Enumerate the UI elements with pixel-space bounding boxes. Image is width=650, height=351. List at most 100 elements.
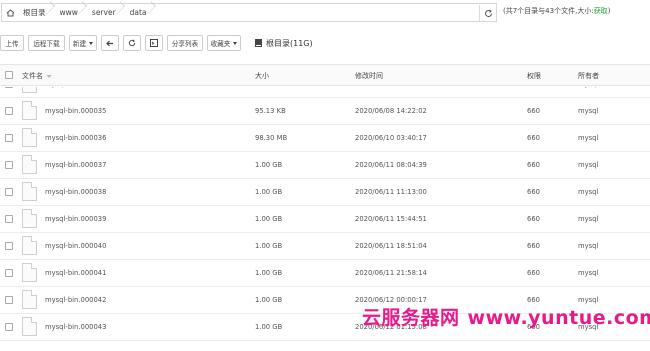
- file-permission[interactable]: 660: [527, 188, 540, 196]
- file-name[interactable]: mysql-bin.000040: [45, 242, 106, 250]
- refresh-icon[interactable]: [479, 5, 497, 21]
- table-row[interactable]: mysql-bin.000037 1.00 GB 2020/06/11 08:04:…: [0, 152, 650, 179]
- file-name[interactable]: mysql-bin.000038: [45, 188, 106, 196]
- summary-close: ): [607, 7, 611, 15]
- file-size: 1.00 GB: [255, 269, 283, 277]
- file-table: 文件名 大小 修改时间 权限 所有者 mysql-bin.000034 9.34 …: [0, 64, 650, 341]
- file-size: 1.00 GB: [255, 215, 283, 223]
- column-name-label: 文件名: [22, 72, 43, 80]
- new-button[interactable]: 新建: [69, 35, 97, 51]
- file-permission[interactable]: 660: [527, 269, 540, 277]
- watermark-url: www.yuntue.com: [467, 307, 650, 329]
- file-modified: 2020/06/11 15:44:51: [355, 215, 427, 223]
- column-size[interactable]: 大小: [255, 71, 269, 81]
- file-permission[interactable]: 660: [527, 134, 540, 142]
- file-modified: 2020/06/08 14:20:03: [355, 87, 427, 88]
- table-row[interactable]: mysql-bin.000034 9.34 KB 2020/06/08 14:20:…: [0, 87, 650, 98]
- row-checkbox[interactable]: [5, 323, 13, 331]
- watermark: 云服务器网 www.yuntue.com: [362, 303, 650, 330]
- file-icon: [22, 182, 37, 201]
- row-checkbox[interactable]: [5, 188, 13, 196]
- row-checkbox[interactable]: [5, 242, 13, 250]
- select-all-checkbox[interactable]: [5, 71, 13, 79]
- table-row[interactable]: mysql-bin.000039 1.00 GB 2020/06/11 15:44:…: [0, 206, 650, 233]
- table-row[interactable]: mysql-bin.000040 1.00 GB 2020/06/11 18:51:…: [0, 233, 650, 260]
- file-icon: [22, 290, 37, 309]
- refresh-icon: [128, 39, 136, 47]
- favorites-button[interactable]: 收藏夹: [207, 35, 241, 51]
- file-owner[interactable]: mysql: [578, 215, 598, 223]
- file-icon: [22, 128, 37, 147]
- disk-icon: [255, 39, 262, 47]
- file-owner[interactable]: mysql: [578, 188, 598, 196]
- file-owner[interactable]: mysql: [578, 269, 598, 277]
- table-row[interactable]: mysql-bin.000038 1.00 GB 2020/06/11 11:13:…: [0, 179, 650, 206]
- row-checkbox[interactable]: [5, 161, 13, 169]
- terminal-button[interactable]: [145, 35, 163, 51]
- file-modified: 2020/06/08 14:22:02: [355, 107, 427, 115]
- file-icon: [22, 236, 37, 255]
- file-icon: [22, 317, 37, 336]
- share-list-button[interactable]: 分享列表: [167, 35, 203, 51]
- breadcrumb-server[interactable]: server: [87, 4, 125, 21]
- row-checkbox[interactable]: [5, 269, 13, 277]
- remote-download-button[interactable]: 远程下载: [28, 35, 65, 51]
- table-row[interactable]: mysql-bin.000035 95.13 KB 2020/06/08 14:22…: [0, 98, 650, 125]
- column-owner[interactable]: 所有者: [578, 71, 599, 81]
- path-bar: 根目录 www server data (共7个目录与43个文件,大小:获取): [0, 3, 650, 23]
- file-name[interactable]: mysql-bin.000043: [45, 323, 106, 331]
- sort-icon: [46, 74, 52, 78]
- file-size: 98.30 MB: [255, 134, 288, 142]
- column-permission[interactable]: 权限: [527, 71, 541, 81]
- terminal-icon: [150, 39, 158, 47]
- refresh-list-button[interactable]: [123, 35, 141, 51]
- file-icon: [22, 101, 37, 120]
- upload-button[interactable]: 上传: [0, 35, 24, 51]
- get-size-link[interactable]: 获取: [594, 7, 608, 15]
- file-icon: [22, 155, 37, 174]
- table-row[interactable]: mysql-bin.000036 98.30 MB 2020/06/10 03:40…: [0, 125, 650, 152]
- column-modified[interactable]: 修改时间: [355, 71, 383, 81]
- file-name[interactable]: mysql-bin.000039: [45, 215, 106, 223]
- row-checkbox[interactable]: [5, 107, 13, 115]
- column-name[interactable]: 文件名: [22, 71, 52, 81]
- back-button[interactable]: [101, 35, 119, 51]
- file-name[interactable]: mysql-bin.000041: [45, 269, 106, 277]
- file-modified: 2020/06/11 18:51:04: [355, 242, 427, 250]
- file-owner[interactable]: mysql: [578, 161, 598, 169]
- file-owner[interactable]: mysql: [578, 242, 598, 250]
- breadcrumb-root[interactable]: 根目录: [18, 4, 55, 21]
- file-name[interactable]: mysql-bin.000034: [45, 87, 106, 88]
- breadcrumb-www[interactable]: www: [55, 4, 87, 21]
- file-size: 1.00 GB: [255, 242, 283, 250]
- file-permission[interactable]: 660: [527, 215, 540, 223]
- file-modified: 2020/06/10 03:40:17: [355, 134, 427, 142]
- file-permission[interactable]: 660: [527, 107, 540, 115]
- file-owner[interactable]: mysql: [578, 134, 598, 142]
- table-row[interactable]: mysql-bin.000041 1.00 GB 2020/06/11 21:58:…: [0, 260, 650, 287]
- row-checkbox[interactable]: [5, 134, 13, 142]
- disk-label: 根目录(11G): [266, 38, 313, 48]
- toolbar: 上传 远程下载 新建 分享列表 收藏夹 根目录(11G): [0, 34, 313, 52]
- row-checkbox[interactable]: [5, 215, 13, 223]
- file-name[interactable]: mysql-bin.000037: [45, 161, 106, 169]
- disk-selector[interactable]: 根目录(11G): [255, 38, 313, 49]
- file-owner[interactable]: mysql: [578, 87, 598, 88]
- row-checkbox[interactable]: [5, 87, 13, 88]
- file-name[interactable]: mysql-bin.000035: [45, 107, 106, 115]
- home-icon[interactable]: [2, 4, 18, 21]
- file-permission[interactable]: 660: [527, 87, 540, 88]
- file-owner[interactable]: mysql: [578, 107, 598, 115]
- breadcrumb-data[interactable]: data: [125, 4, 156, 21]
- file-icon: [22, 263, 37, 282]
- file-size: 1.00 GB: [255, 323, 283, 331]
- file-permission[interactable]: 660: [527, 242, 540, 250]
- file-name[interactable]: mysql-bin.000036: [45, 134, 106, 142]
- file-permission[interactable]: 660: [527, 161, 540, 169]
- row-checkbox[interactable]: [5, 296, 13, 304]
- upload-label: 上传: [5, 40, 19, 48]
- file-icon: [22, 209, 37, 228]
- file-size: 1.00 GB: [255, 296, 283, 304]
- file-size: 1.00 GB: [255, 188, 283, 196]
- file-name[interactable]: mysql-bin.000042: [45, 296, 106, 304]
